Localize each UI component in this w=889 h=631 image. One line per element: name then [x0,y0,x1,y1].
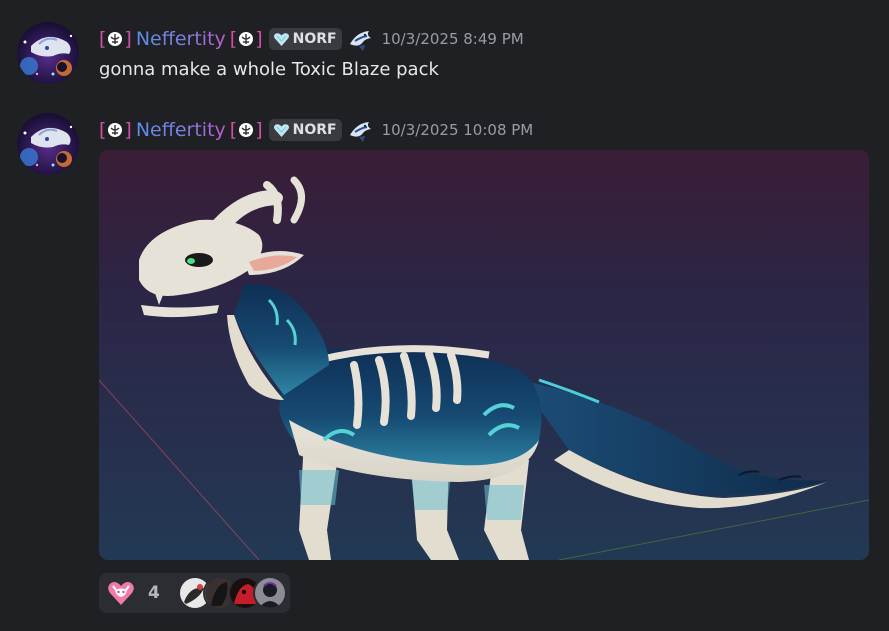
message-header: [ ] Neffertity [ ] NORF [99,116,533,144]
reaction-count: 4 [148,583,160,603]
message-2: [ ] Neffertity [ ] NORF 10/3/2025 10:08 … [0,0,889,631]
role-bracket-close: ] [124,119,132,141]
reactor-avatar[interactable] [252,576,287,610]
heart-gem-icon [273,123,289,137]
role-bracket-open: [ [99,119,107,141]
message-timestamp[interactable]: 10/3/2025 10:08 PM [382,121,534,139]
chat-log: [ ] Neffertity [ ] NORF 10/3/2025 8:49 P… [0,0,889,631]
dragon-render-icon [99,150,869,560]
reactor-avatars [177,576,287,610]
reaction-button[interactable]: 4 [99,573,290,613]
pink-heart-dragon-icon [108,582,134,605]
server-tag[interactable]: NORF [268,119,342,141]
role-bracket-close-2: ] [255,119,263,141]
role-bracket-open-2: [ [229,119,238,141]
server-tag-label: NORF [292,122,337,138]
username[interactable]: Neffertity [136,119,226,141]
user-avatar[interactable] [17,113,79,175]
sigil-icon [108,123,123,137]
sigil-icon [239,123,254,137]
shark-badge-icon[interactable] [347,117,375,143]
image-attachment[interactable] [99,150,869,560]
